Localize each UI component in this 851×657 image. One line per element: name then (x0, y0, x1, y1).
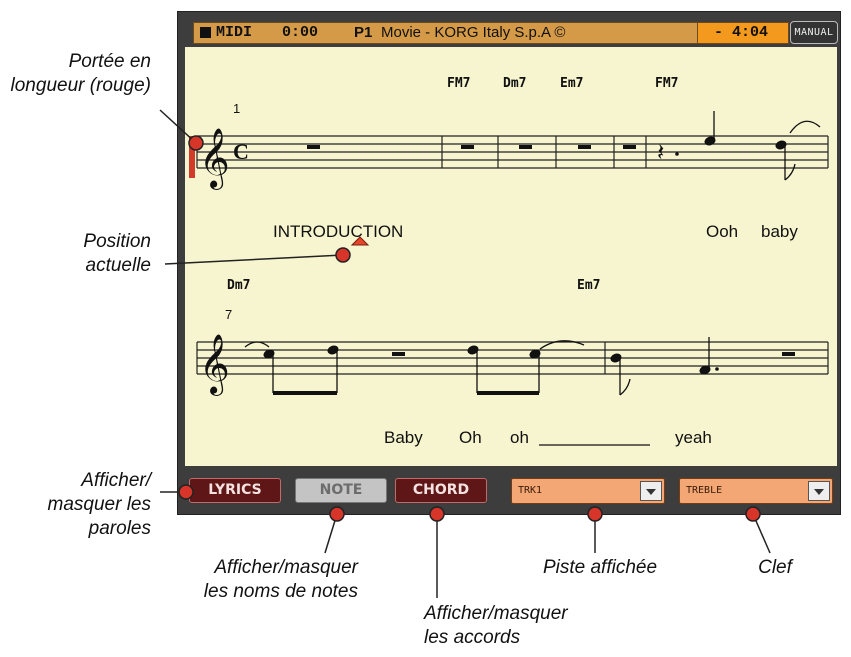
callout-leaders (159, 109, 771, 598)
callout-current-position: Position actuelle (83, 231, 151, 276)
callout-staff-length: Portée en longueur (rouge) (10, 51, 151, 96)
callout-clef: Clef (758, 557, 792, 578)
callout-displayed-track: Piste affichée (542, 557, 658, 578)
callout-toggle-lyrics: Afficher/ masquer les paroles (47, 470, 152, 539)
callout-toggle-chords: Afficher/masquer les accords (424, 603, 568, 648)
callout-toggle-notes: Afficher/masquer les noms de notes (203, 557, 358, 602)
